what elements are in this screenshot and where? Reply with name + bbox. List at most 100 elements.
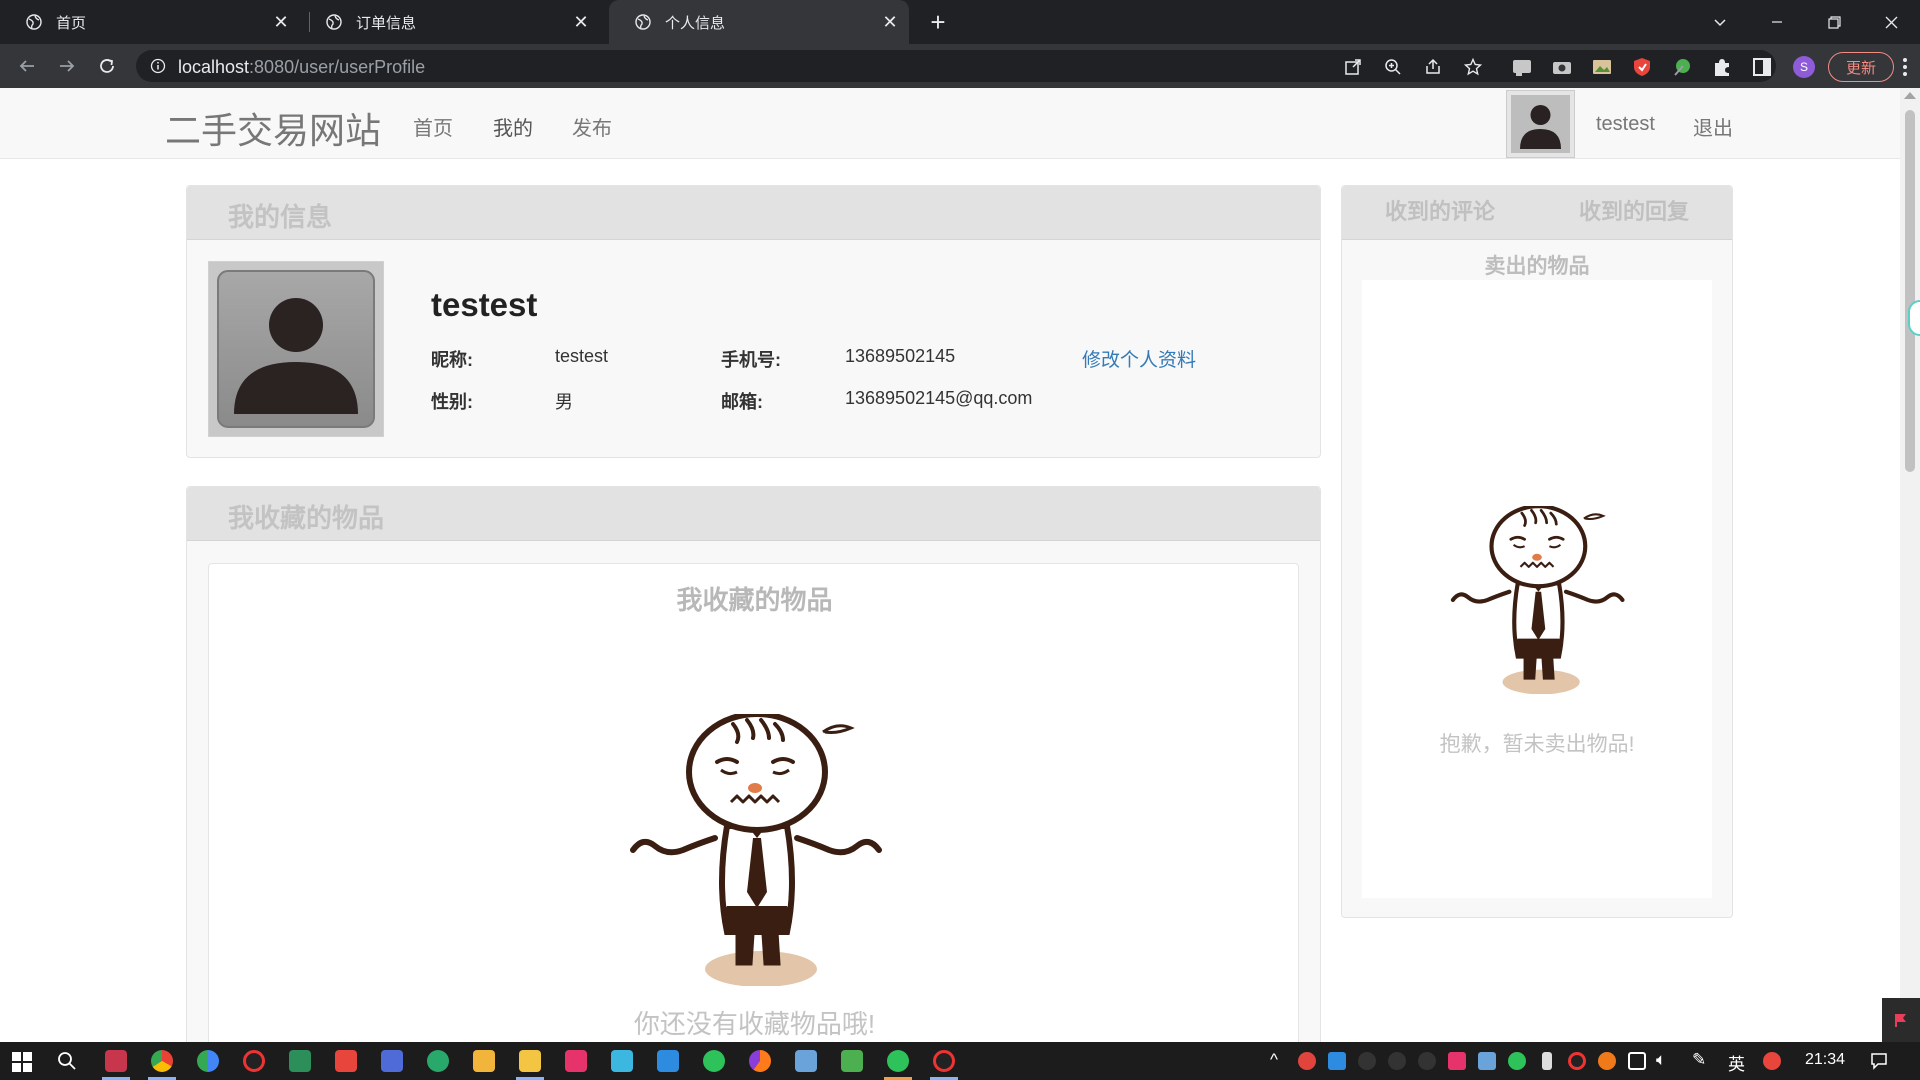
search-tool-app-icon[interactable] [795,1050,817,1072]
folder-app-icon[interactable] [519,1050,541,1072]
search-icon[interactable] [57,1051,77,1076]
close-icon[interactable]: ✕ [879,11,901,33]
share-icon[interactable] [1424,58,1442,76]
nav-logout-link[interactable]: 退出 [1693,112,1733,141]
office-app-icon[interactable] [335,1050,357,1072]
panel-heading: 我的信息 [187,186,1320,240]
side-panel-icon[interactable] [1752,57,1772,77]
user-silhouette-icon [1511,95,1570,153]
open-in-app-icon[interactable] [1344,58,1362,76]
extension-camera-icon[interactable] [1552,57,1572,77]
profile-avatar[interactable]: S [1793,56,1815,78]
tray-network-icon[interactable] [1628,1052,1646,1070]
url-text: localhost:8080/user/userProfile [178,57,425,78]
nav-link-home[interactable]: 首页 [413,112,453,141]
browser-app-icon[interactable] [197,1050,219,1072]
screen-recorder-app-icon[interactable] [933,1050,955,1072]
extensions-puzzle-icon[interactable] [1712,57,1732,77]
tray-expand-chevron-icon[interactable]: ^ [1270,1050,1278,1070]
notification-center-icon[interactable] [1870,1052,1888,1075]
browser-tab-orders[interactable]: 订单信息 ✕ [300,0,600,44]
arrow-right-icon [60,60,75,72]
windows-start-icon[interactable] [12,1052,32,1077]
tray-search-icon[interactable] [1598,1052,1616,1070]
tray-flag-icon[interactable] [1448,1052,1466,1070]
url-path: :8080/user/userProfile [249,57,426,77]
close-icon[interactable]: ✕ [570,11,592,33]
close-icon[interactable]: ✕ [270,11,292,33]
nav-link-publish[interactable]: 发布 [572,112,612,141]
tray-app-icon[interactable] [1328,1052,1346,1070]
minimize-button[interactable] [1749,0,1805,44]
scrollbar-thumb[interactable] [1905,110,1915,472]
tray-pen-icon[interactable]: ✎ [1692,1050,1706,1070]
my-info-panel: 我的信息 testest 昵称: testest 手机号: 1368950214… [186,185,1321,458]
tray-game-icon[interactable] [1478,1052,1496,1070]
feedback-flag-button[interactable] [1882,998,1920,1042]
update-button[interactable]: 更新 [1828,52,1894,82]
tray-cloud-icon[interactable] [1298,1052,1316,1070]
tab-received-comments[interactable]: 收到的评论 [1385,194,1495,226]
tray-sogou-icon[interactable] [1763,1052,1781,1070]
tab-label: 订单信息 [356,14,417,32]
tray-qq-icon[interactable] [1388,1052,1406,1070]
edit-profile-link[interactable]: 修改个人资料 [1082,345,1196,372]
sync-app-icon[interactable] [427,1050,449,1072]
star-icon[interactable] [1463,57,1483,76]
tray-volume-icon[interactable]: 🔈︎ [1656,1050,1666,1070]
flag-app-icon[interactable] [565,1050,587,1072]
tray-qq-icon[interactable] [1358,1052,1376,1070]
tab-search-button[interactable] [1692,0,1748,44]
taskbar-clock[interactable]: 21:34 [1805,1051,1845,1069]
extension-translate-icon[interactable] [1512,57,1532,77]
browser-tab-profile[interactable]: 个人信息 ✕ [609,0,909,44]
notes-app-icon[interactable] [611,1050,633,1072]
back-button[interactable] [13,52,41,80]
tray-record-icon[interactable] [1568,1052,1586,1070]
phone-label: 手机号: [721,350,781,370]
globe-icon [635,14,651,30]
reload-button[interactable] [93,52,121,80]
tool-app-icon[interactable] [381,1050,403,1072]
tray-wechat-icon[interactable] [1508,1052,1526,1070]
more-menu-icon[interactable] [1898,56,1912,78]
extension-shield-icon[interactable] [1632,57,1652,77]
panel-heading: 收到的评论 收到的回复 [1342,186,1732,240]
scroll-up-arrow-icon[interactable] [1904,92,1916,99]
zoom-icon[interactable] [1384,58,1402,76]
info-icon[interactable] [150,58,166,74]
paint-app-icon[interactable] [657,1050,679,1072]
new-tab-button[interactable]: + [924,7,952,37]
tray-qq-icon[interactable] [1418,1052,1436,1070]
restore-button[interactable] [1806,0,1862,44]
image-app-icon[interactable] [289,1050,311,1072]
tray-microphone-icon[interactable] [1542,1052,1552,1070]
ime-indicator[interactable]: 英 [1728,1050,1745,1075]
chart-app-icon[interactable] [841,1050,863,1072]
site-navbar: 二手交易网站 首页 我的 发布 testest 退出 [0,88,1900,159]
chat-app-icon[interactable] [887,1050,909,1072]
nav-username[interactable]: testest [1596,113,1655,136]
record-app-icon[interactable] [243,1050,265,1072]
floating-assistant-bubble[interactable] [1908,300,1920,336]
wechat-app-icon[interactable] [703,1050,725,1072]
forward-button[interactable] [53,52,81,80]
site-brand[interactable]: 二手交易网站 [165,102,381,154]
browser-tab-home[interactable]: 首页 ✕ [0,0,300,44]
flag-icon [1895,1014,1906,1027]
extension-leaf-icon[interactable] [1672,57,1692,77]
nav-link-mine[interactable]: 我的 [493,112,533,141]
chrome-app-icon[interactable] [151,1050,173,1072]
tab-received-replies[interactable]: 收到的回复 [1579,194,1689,226]
favorites-list-area: 我收藏的物品 你还没有收藏物品哦! [208,563,1299,1042]
extension-image-icon[interactable] [1592,57,1612,77]
jetbrains-app-icon[interactable] [105,1050,127,1072]
url-host: localhost [178,57,250,77]
gender-label: 性别: [431,392,473,412]
archive-app-icon[interactable] [473,1050,495,1072]
window-close-button[interactable] [1863,0,1919,44]
nav-avatar[interactable] [1506,90,1575,158]
user-silhouette-icon [217,270,375,428]
firefox-app-icon[interactable] [749,1050,771,1072]
page-scrollbar[interactable] [1900,88,1920,1042]
